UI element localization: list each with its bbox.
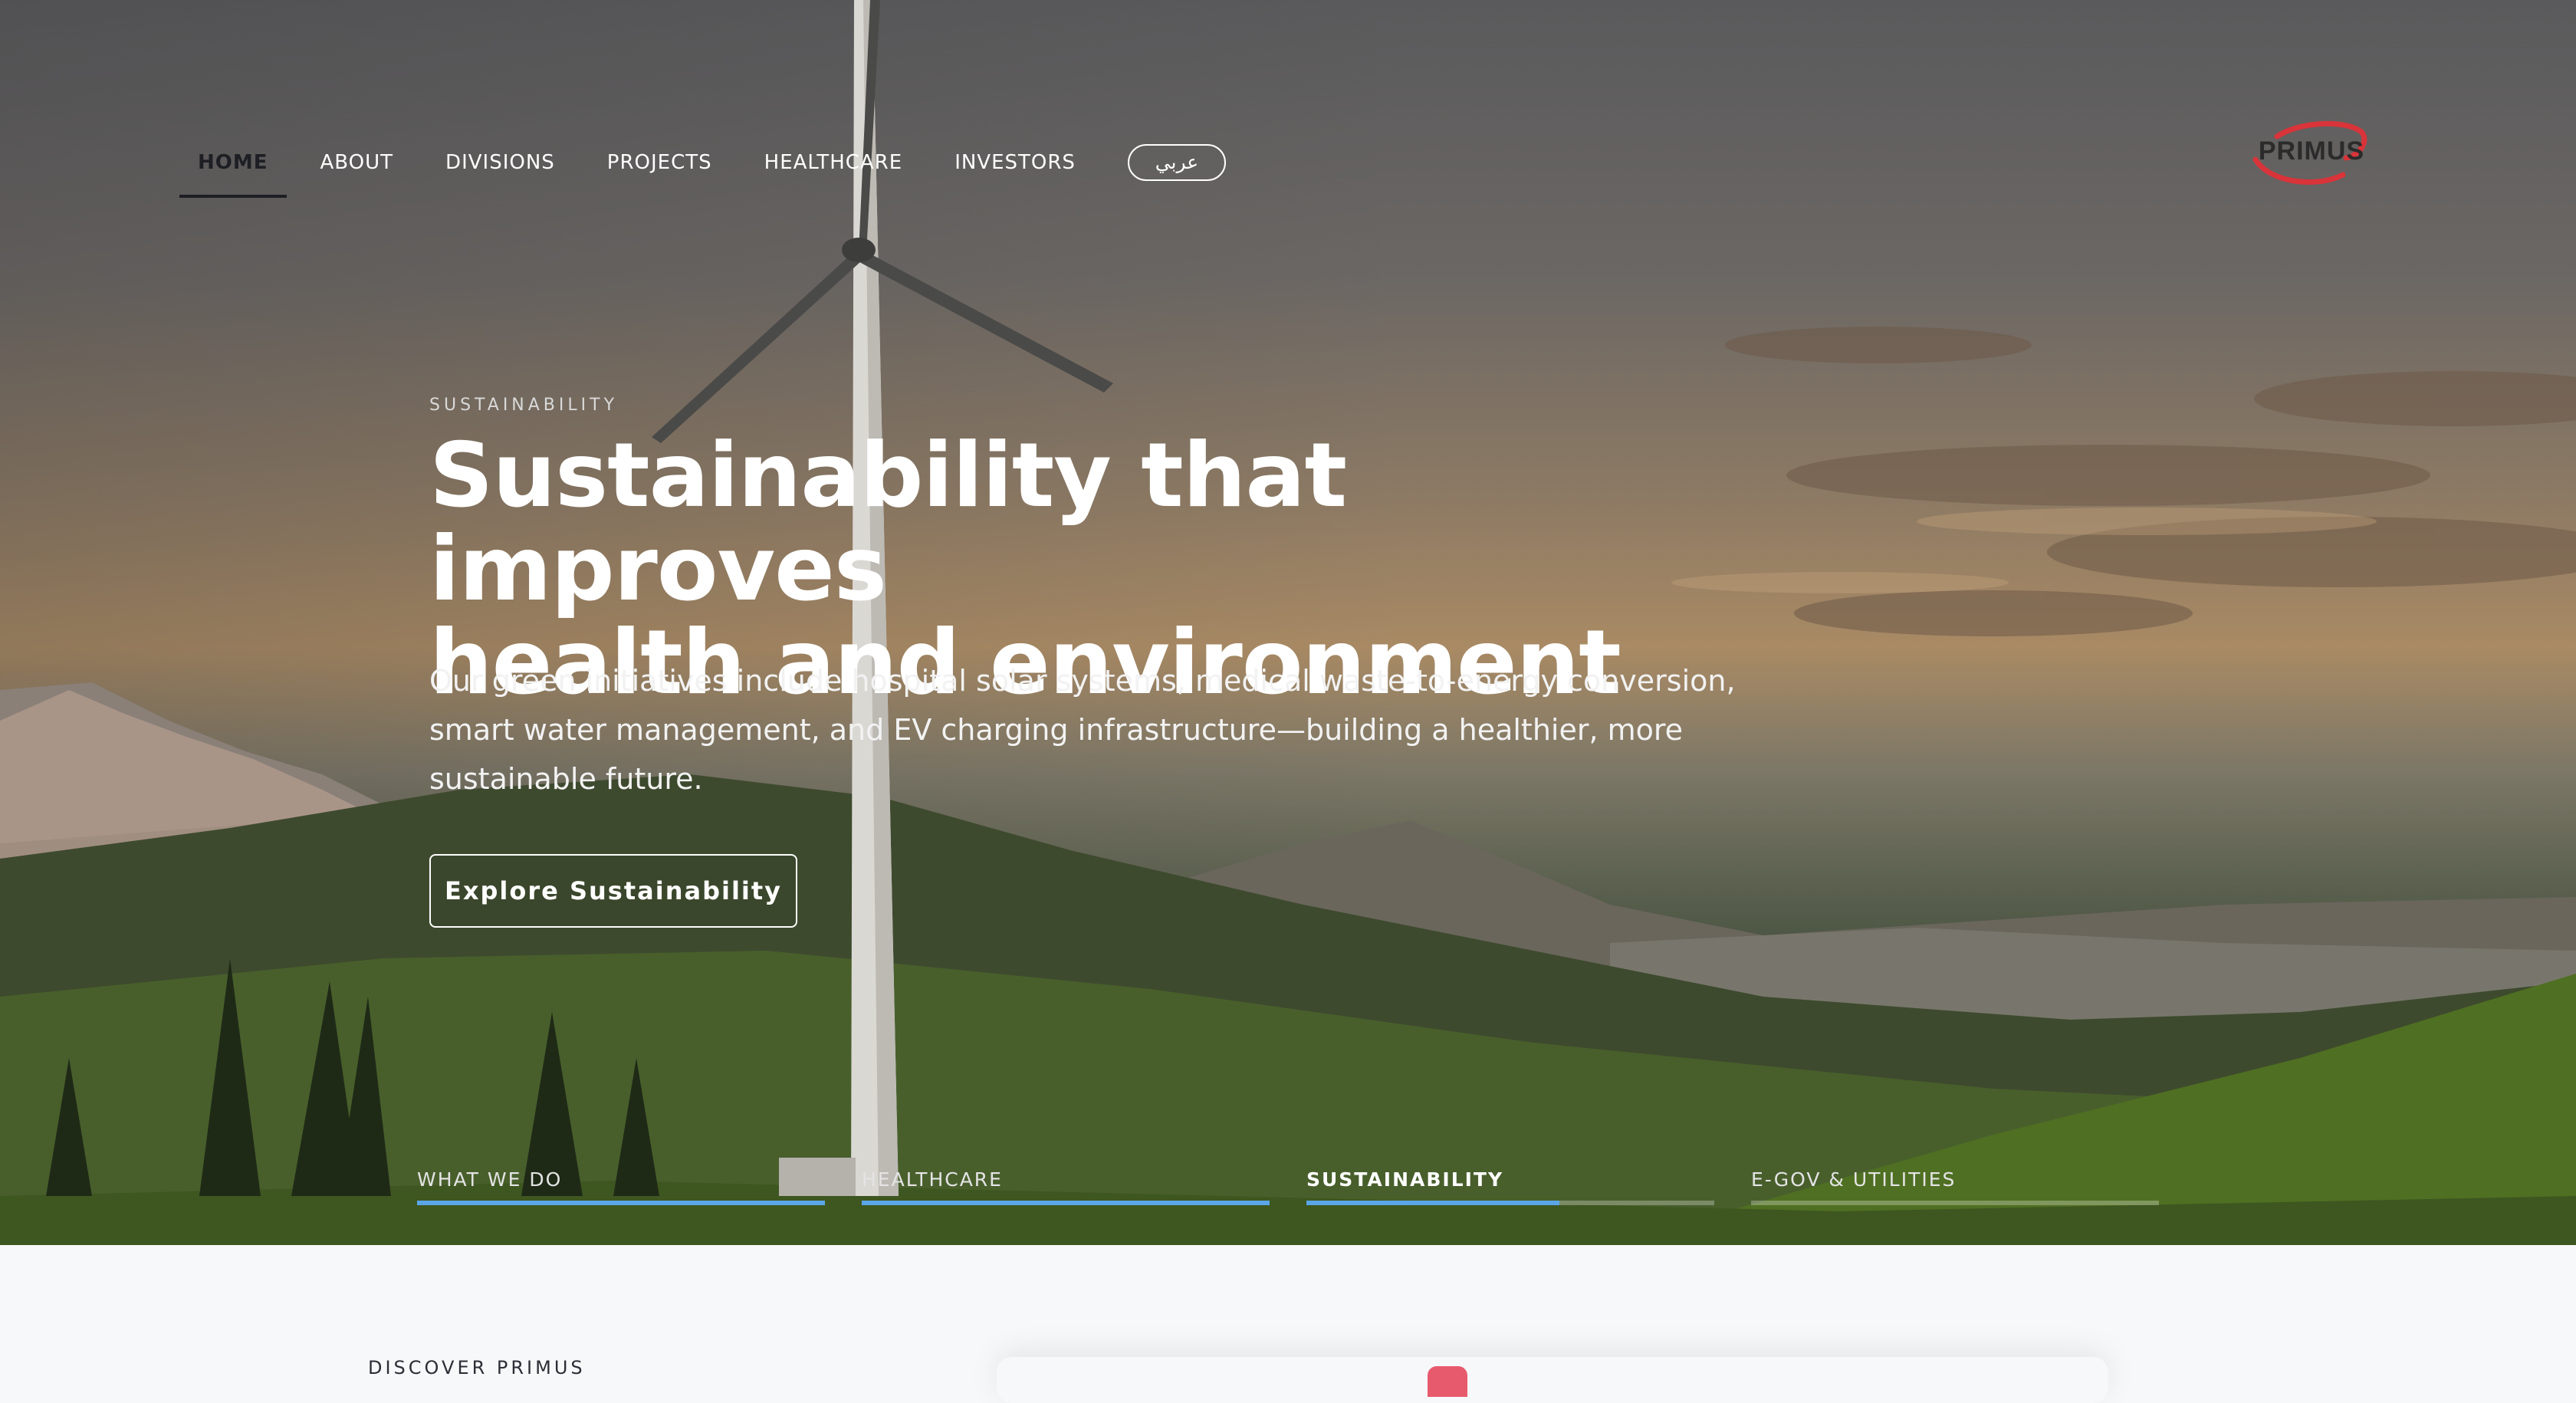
slider-tab-progress-fill bbox=[417, 1201, 825, 1205]
slider-tab-progress-fill bbox=[862, 1201, 1270, 1205]
primus-logo-mark: PRIMUS bbox=[2252, 120, 2367, 185]
slider-tab-healthcare[interactable]: HEALTHCARE bbox=[862, 1168, 1270, 1207]
slider-tab-label: SUSTAINABILITY bbox=[1306, 1168, 1504, 1191]
slider-tab-progress-track bbox=[417, 1201, 825, 1205]
nav-item-about[interactable]: ABOUT bbox=[320, 138, 394, 187]
hero-eyebrow: SUSTAINABILITY bbox=[429, 396, 619, 415]
slider-tab-label: HEALTHCARE bbox=[862, 1168, 1003, 1191]
nav-item-projects[interactable]: PROJECTS bbox=[607, 138, 712, 187]
discover-card bbox=[997, 1357, 2108, 1403]
slider-tab-progress-track bbox=[1751, 1201, 2159, 1205]
hero-headline-line-1: Sustainability that improves bbox=[429, 424, 1347, 621]
slider-tab-label: E-GOV & UTILITIES bbox=[1751, 1168, 1957, 1191]
nav-item-investors[interactable]: INVESTORS bbox=[955, 138, 1076, 187]
hero-slider-tabs: WHAT WE DO HEALTHCARE SUSTAINABILITY E-G… bbox=[417, 1168, 2159, 1207]
primus-logo[interactable]: PRIMUS bbox=[2246, 115, 2377, 192]
slider-tab-progress-track bbox=[862, 1201, 1270, 1205]
slider-tab-what-we-do[interactable]: WHAT WE DO bbox=[417, 1168, 825, 1207]
discover-card-icon bbox=[1428, 1366, 1467, 1397]
nav-item-home[interactable]: HOME bbox=[179, 138, 287, 198]
logo-text: PRIMUS bbox=[2259, 136, 2364, 166]
language-toggle-button[interactable]: عربي bbox=[1127, 144, 1226, 181]
slider-tab-label: WHAT WE DO bbox=[417, 1168, 563, 1191]
explore-sustainability-button[interactable]: Explore Sustainability bbox=[429, 854, 797, 928]
slider-tab-progress-track bbox=[1306, 1201, 1714, 1205]
slider-tab-progress-fill bbox=[1306, 1201, 1559, 1205]
main-nav: HOME ABOUT DIVISIONS PROJECTS HEALTHCARE… bbox=[179, 135, 1226, 198]
discover-eyebrow: DISCOVER PRIMUS bbox=[368, 1357, 586, 1378]
hero-description: Our green initiatives include hospital s… bbox=[429, 664, 1736, 796]
nav-item-healthcare[interactable]: HEALTHCARE bbox=[764, 138, 903, 187]
nav-item-divisions[interactable]: DIVISIONS bbox=[445, 138, 555, 187]
slider-tab-egov-utilities[interactable]: E-GOV & UTILITIES bbox=[1751, 1168, 2159, 1207]
slider-tab-sustainability[interactable]: SUSTAINABILITY bbox=[1306, 1168, 1714, 1207]
hero-section: HOME ABOUT DIVISIONS PROJECTS HEALTHCARE… bbox=[0, 0, 2576, 1245]
